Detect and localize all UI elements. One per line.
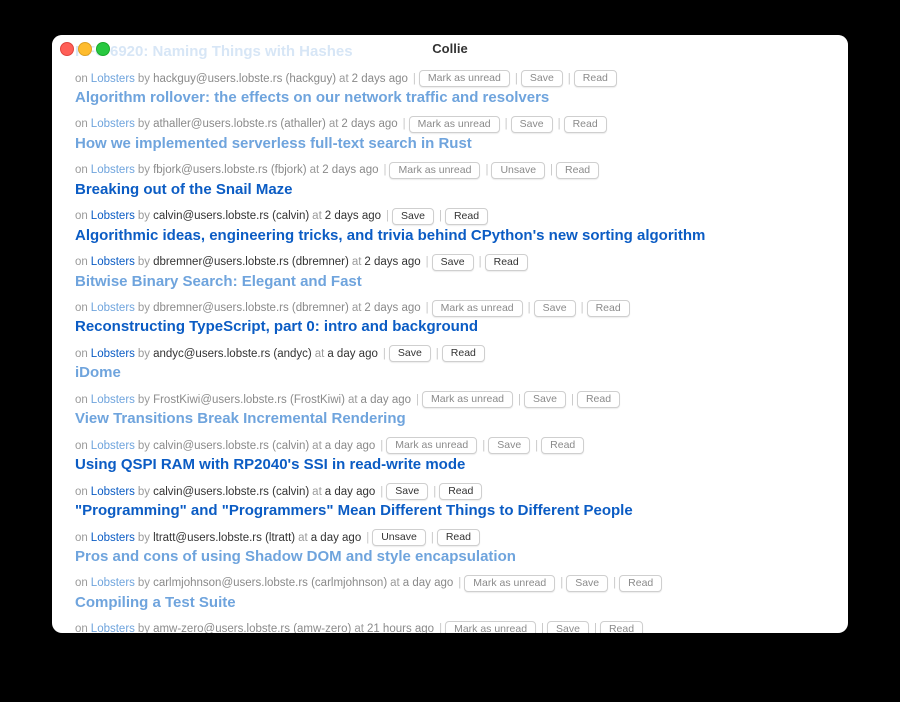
story-title-link[interactable]: Algorithm rollover: the effects on our n… <box>75 89 549 106</box>
story-title-link[interactable]: View Transitions Break Incremental Rende… <box>75 410 406 427</box>
title-bar: Collie <box>52 35 848 63</box>
story-title-link[interactable]: iDome <box>75 364 121 381</box>
story-title-link[interactable]: Pros and cons of using Shadow DOM and st… <box>75 548 516 565</box>
story-item: How we implemented serverless full-text … <box>75 129 848 179</box>
read-button[interactable]: Read <box>599 620 644 633</box>
by-label: by <box>137 623 151 633</box>
separator: | <box>439 623 443 633</box>
source-link[interactable]: Lobsters <box>91 623 135 633</box>
story-title-link[interactable]: Algorithmic ideas, engineering tricks, a… <box>75 227 705 244</box>
app-window: Collie RFC 6920: Naming Things with Hash… <box>52 35 848 633</box>
source-prefix: on <box>75 623 88 633</box>
story-item: Pros and cons of using Shadow DOM and st… <box>75 542 848 592</box>
separator: | <box>541 623 545 633</box>
story-item: Compiling a Test Suite on Lobsters by amw-ze… <box>75 588 848 633</box>
save-button[interactable]: Save <box>547 620 589 633</box>
close-window-button[interactable] <box>60 42 74 56</box>
story-author: amw-zero@users.lobste.rs (amw-zero) <box>153 623 352 633</box>
zoom-window-button[interactable] <box>96 42 110 56</box>
story-time: 21 hours ago <box>366 623 435 633</box>
story-item: Using QSPI RAM with RP2040's SSI in read… <box>75 450 848 501</box>
story-item: Algorithmic ideas, engineering tricks, a… <box>75 221 848 271</box>
separator: | <box>593 623 597 633</box>
story-title-link[interactable]: Using QSPI RAM with RP2040's SSI in read… <box>75 456 465 473</box>
window-title: Collie <box>432 41 468 56</box>
story-item: Reconstructing TypeScript, part 0: intro… <box>75 312 848 363</box>
story-item: Breaking out of the Snail Maze on Lobsters… <box>75 175 848 225</box>
story-title-link[interactable]: How we implemented serverless full-text … <box>75 135 472 152</box>
story-title-link[interactable]: Bitwise Binary Search: Elegant and Fast <box>75 273 362 290</box>
story-item: View Transitions Break Incremental Rende… <box>75 404 848 455</box>
story-item: Algorithm rollover: the effects on our n… <box>75 83 848 133</box>
mark-as-unread-button[interactable]: Mark as unread <box>445 620 537 633</box>
at-label: at <box>354 623 364 633</box>
story-title-link[interactable]: Compiling a Test Suite <box>75 594 236 611</box>
story-list: RFC 6920: Naming Things with HashesonLob… <box>75 35 848 633</box>
story-item: "Programming" and "Programmers" Mean Dif… <box>75 496 848 546</box>
story-item: Bitwise Binary Search: Elegant and Fast o… <box>75 267 848 317</box>
story-title-link[interactable]: Breaking out of the Snail Maze <box>75 181 293 198</box>
story-meta: on Lobsters by amw-zero@users.lobste.rs (am… <box>75 620 646 633</box>
story-title-link[interactable]: Reconstructing TypeScript, part 0: intro… <box>75 318 478 335</box>
story-title-link[interactable]: "Programming" and "Programmers" Mean Dif… <box>75 502 633 519</box>
minimize-window-button[interactable] <box>78 42 92 56</box>
story-item: iDome on Lobsters by FrostKiwi@users.lobste.… <box>75 358 848 409</box>
